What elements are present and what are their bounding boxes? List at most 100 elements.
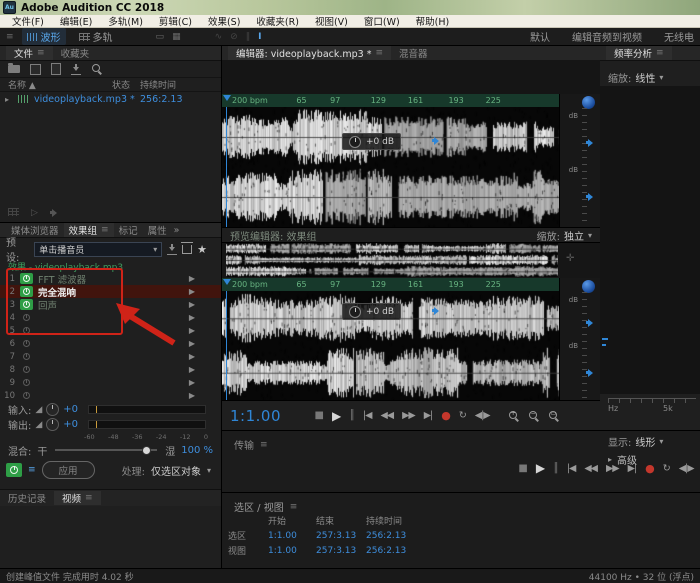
view-duration[interactable]: 256:2.13 [366,546,426,556]
tab-favorites[interactable]: 收藏夹 [53,46,98,60]
play-button[interactable]: ▶ [332,409,340,423]
fast-forward-button[interactable]: ▶▶ [402,410,415,421]
tab-overflow-icon[interactable]: » [172,223,182,237]
move-playhead-button[interactable]: ◀|▶ [679,463,694,474]
menu-item-5[interactable]: 收藏夹(R) [248,14,307,28]
slot-arrow-icon[interactable]: ▶ [189,378,195,387]
panel-menu-icon[interactable]: ≡ [290,502,298,512]
panel-menu-icon[interactable]: ≡ [101,225,109,235]
chevron-down-icon[interactable]: ▾ [659,73,663,82]
record-button[interactable]: ● [441,409,450,422]
spectral-tool-icon[interactable]: ∿ [215,32,223,42]
view-end[interactable]: 257:3.13 [316,546,366,556]
loop-button[interactable]: ↻ [663,463,670,474]
power-icon[interactable] [20,286,33,297]
loop-button[interactable]: ↻ [459,410,466,421]
search-icon[interactable] [91,63,103,75]
effect-slot[interactable]: 5 ▶ [0,324,221,337]
skip-back-button[interactable]: |◀ [567,463,576,474]
tab-properties[interactable]: 属性 [143,223,172,237]
slot-arrow-icon[interactable]: ▶ [189,391,195,400]
hud-speaker-icon[interactable] [432,136,442,145]
tab-video[interactable]: 视频 ≡ [54,491,101,505]
power-icon[interactable] [20,377,33,388]
skip-back-button[interactable]: |◀ [363,410,372,421]
panel-menu-icon[interactable]: ≡ [656,48,664,58]
move-playhead-button[interactable]: ◀|▶ [475,410,490,421]
effect-slot[interactable]: 8 ▶ [0,363,221,376]
view-row[interactable]: 视图 1:1.00 257:3.13 256:2.13 [228,543,426,558]
panel-menu-icon[interactable]: ≡ [6,32,14,42]
power-icon[interactable] [20,273,33,284]
metering-icon[interactable]: ▦ [172,32,181,42]
panel-menu-icon[interactable]: ≡ [375,48,383,58]
stop-button[interactable]: ■ [315,410,323,421]
lasso-tool-icon[interactable]: ∥ [246,32,251,42]
expand-icon[interactable]: ▸ [5,95,9,104]
panel-menu-icon[interactable]: ≡ [260,440,268,450]
selection-end[interactable]: 257:3.13 [316,531,366,541]
monitor-icon[interactable]: ▭ [156,32,165,42]
preset-select[interactable]: 单击播音员 ▾ [34,242,162,257]
power-icon[interactable] [20,312,33,323]
rewind-button[interactable]: ◀◀ [584,463,597,474]
column-status[interactable]: 状态 [112,78,130,91]
time-display[interactable]: 1:1.00 [230,407,294,425]
column-duration[interactable]: 持续时间 [140,78,176,91]
preview-options-icon[interactable]: ✛ [566,253,574,264]
pause-button[interactable]: ║ [553,463,558,474]
freq-scale-value[interactable]: 线性 [635,70,655,85]
slot-arrow-icon[interactable]: ▶ [189,352,195,361]
selection-duration[interactable]: 256:2.13 [366,531,426,541]
hud-volume[interactable]: +0 dB [342,303,401,320]
tab-mixer[interactable]: 混音器 [391,46,436,60]
waveform-display[interactable]: +0 dB [222,107,560,227]
panel-menu-icon[interactable]: ≡ [85,493,93,503]
mix-slider-handle[interactable] [142,446,151,455]
effect-slot[interactable]: 2 完全混响 ▶ [0,285,221,298]
time-selection-tool-icon[interactable]: I [258,32,261,42]
power-icon[interactable] [20,338,33,349]
media-type-icon[interactable] [8,208,19,216]
menu-item-3[interactable]: 剪辑(C) [151,14,200,28]
tab-editor[interactable]: 编辑器: videoplayback.mp3 * ≡ [228,46,391,60]
slot-arrow-icon[interactable]: ▶ [189,326,195,335]
menu-item-6[interactable]: 视图(V) [307,14,356,28]
workspace-default[interactable]: 默认 [530,29,550,44]
favorite-star-icon[interactable]: ★ [197,243,207,256]
view-start[interactable]: 1:1.00 [268,546,316,556]
playhead-marker[interactable] [223,279,231,285]
zoom-in-icon[interactable]: + [508,410,520,422]
import-files-icon[interactable] [30,64,41,75]
effect-slot[interactable]: 10 ▶ [0,389,221,402]
menu-item-8[interactable]: 帮助(H) [408,14,458,28]
waveform-view-button[interactable]: 波形 [22,28,66,45]
chevron-down-icon[interactable]: ▾ [588,231,592,240]
menu-item-0[interactable]: 文件(F) [4,14,52,28]
mix-slider[interactable] [55,449,157,451]
advanced-toggle[interactable]: 高级 [617,452,637,467]
hud-volume[interactable]: +0 dB [342,133,401,150]
tab-markers[interactable]: 标记 [114,223,143,237]
power-icon[interactable] [20,351,33,362]
save-preset-icon[interactable] [167,244,177,255]
workspace-radio[interactable]: 无线电 [664,29,694,44]
menu-item-1[interactable]: 编辑(E) [52,14,100,28]
power-icon[interactable] [20,325,33,336]
freq-display-value[interactable]: 线形 [635,434,655,449]
left-channel-speaker-icon[interactable] [586,318,596,327]
autoplay-icon[interactable]: ▷ [31,208,38,218]
zoom-navigator[interactable] [222,60,600,95]
zoom-out-icon[interactable]: − [528,410,540,422]
tab-effects-rack[interactable]: 效果组 ≡ [64,223,114,237]
beats-ruler[interactable]: 200 bpm 6597129161193225 [222,94,560,108]
output-gain-knob[interactable] [46,418,59,431]
rewind-button[interactable]: ◀◀ [380,410,393,421]
slot-arrow-icon[interactable]: ▶ [189,287,195,296]
panel-menu-icon[interactable]: ≡ [37,48,45,58]
record-button[interactable]: ● [645,462,654,475]
skip-forward-button[interactable]: ▶| [424,410,433,421]
input-gain-knob[interactable] [46,403,59,416]
column-name[interactable]: 名称 ▲ [8,78,36,91]
chevron-down-icon[interactable]: ▾ [207,466,211,475]
